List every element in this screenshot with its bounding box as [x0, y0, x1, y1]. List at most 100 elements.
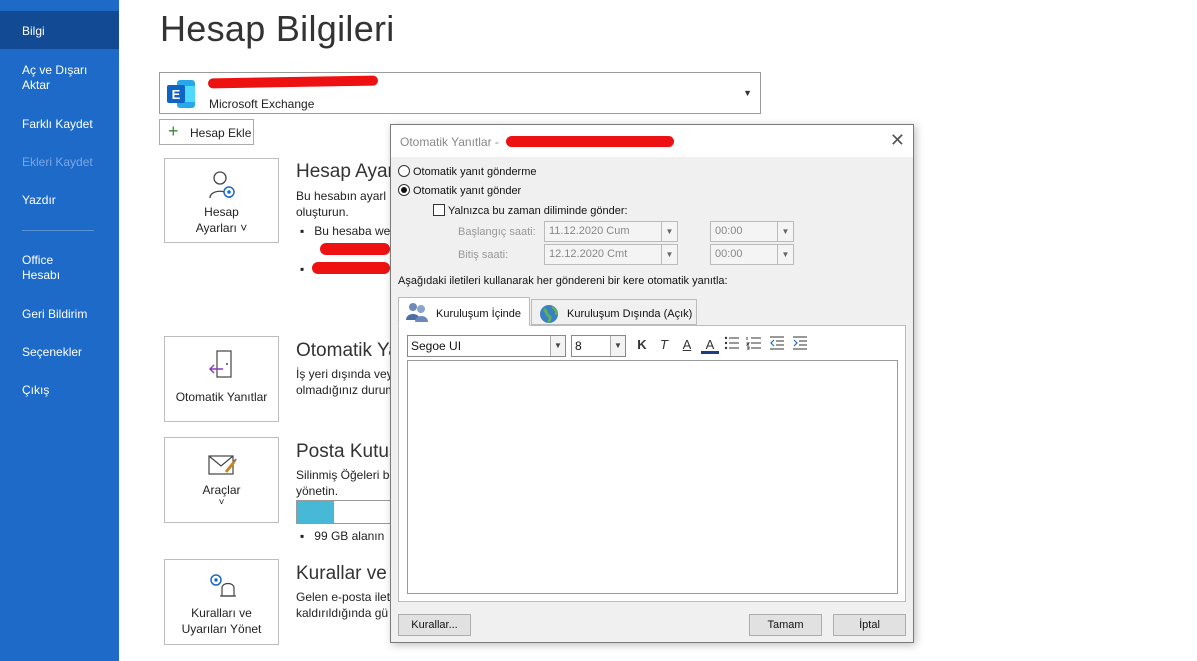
tile-label: Uyarıları Yönet	[181, 622, 262, 636]
tile-label: Ayarları ˅	[195, 221, 248, 235]
section-title: Hesap Ayar	[296, 161, 394, 182]
nav-item-label: Office Hesabı	[22, 253, 61, 282]
nav-item-label: Ekleri Kaydet	[22, 155, 93, 169]
plus-icon: +	[168, 121, 179, 141]
start-time-value: 00:00	[715, 225, 743, 237]
account-selector[interactable]: E Microsoft Exchange ▼	[159, 72, 761, 114]
chevron-down-icon: ▼	[661, 222, 677, 241]
add-account-label: Hesap Ekle	[190, 126, 252, 140]
rules-alerts-icon	[165, 570, 278, 603]
end-date-value: 12.12.2020 Cmt	[549, 248, 628, 260]
bullet-item: ▪ 99 GB alanın	[300, 529, 385, 543]
radio-dont-send[interactable]: Otomatik yanıt gönderme	[398, 165, 537, 178]
nav-item-label: Seçenekler	[22, 345, 83, 359]
end-time-label: Bitiş saati:	[458, 249, 509, 261]
tile-label: Hesap	[204, 205, 239, 219]
checkbox[interactable]	[433, 204, 445, 216]
checkbox-label: Yalnızca bu zaman diliminde gönder:	[448, 205, 628, 217]
bullet-item: ▪ Bu hesaba we	[300, 224, 391, 238]
chevron-down-icon: ▼	[777, 222, 793, 241]
rules-alerts-tile[interactable]: Kuralları ve Uyarıları Yönet	[164, 559, 279, 645]
reply-instructions: Aşağıdaki iletileri kullanarak her gönde…	[398, 275, 728, 287]
nav-item-options[interactable]: Seçenekler	[0, 345, 119, 360]
account-type-label: Microsoft Exchange	[209, 97, 315, 111]
decrease-indent-icon[interactable]	[768, 336, 786, 354]
underline-button[interactable]: A	[678, 336, 696, 354]
nav-item-label: Bilgi	[22, 24, 45, 38]
add-account-button[interactable]: + Hesap Ekle	[159, 119, 254, 145]
nav-item-label: Yazdır	[22, 193, 56, 207]
nav-item-save-attachments: Ekleri Kaydet	[0, 155, 119, 170]
chevron-down-icon: ▼	[550, 336, 565, 356]
section-title: Posta Kutus	[296, 441, 399, 462]
tab-inside-organization[interactable]: Kuruluşum İçinde	[398, 297, 530, 326]
time-range-checkbox[interactable]: Yalnızca bu zaman diliminde gönder:	[433, 204, 628, 217]
nav-item-label: Çıkış	[22, 383, 50, 397]
italic-button[interactable]: T	[655, 336, 673, 354]
mailbox-usage-fill	[297, 501, 335, 523]
radio-button[interactable]	[398, 165, 410, 177]
radio-send[interactable]: Otomatik yanıt gönder	[398, 184, 521, 197]
font-name-value: Segoe UI	[411, 339, 462, 353]
font-color-button[interactable]: A	[701, 336, 719, 354]
globe-icon	[540, 305, 558, 324]
section-text: Bu hesabın ayarl	[296, 189, 387, 203]
start-time-label: Başlangıç saati:	[458, 226, 536, 238]
font-size-value: 8	[575, 339, 582, 353]
cancel-button[interactable]: İptal	[833, 614, 906, 636]
tab-panel: Segoe UI ▼ 8 ▼ K T A A	[398, 325, 906, 602]
bullet-text: Bu hesaba we	[314, 224, 391, 238]
automatic-replies-tile[interactable]: Otomatik Yanıtlar	[164, 336, 279, 422]
section-text: yönetin.	[296, 484, 339, 498]
nav-divider	[22, 230, 94, 231]
bullet-list-icon[interactable]	[723, 336, 741, 354]
tile-label: Otomatik Yanıtlar	[175, 390, 268, 404]
chevron-down-icon: ▼	[610, 336, 625, 356]
tools-tile[interactable]: Araçlar ˅	[164, 437, 279, 523]
nav-item-office-account[interactable]: Office Hesabı	[0, 253, 90, 283]
end-time-picker: 00:00 ▼	[710, 244, 794, 265]
backstage-sidebar: Bilgi Aç ve Dışarı Aktar Farklı Kaydet E…	[0, 0, 119, 661]
tab-outside-organization[interactable]: Kuruluşum Dışında (Açık)	[531, 299, 697, 325]
section-text: oluşturun.	[296, 205, 349, 219]
bullet-item: ▪	[300, 262, 305, 276]
close-icon[interactable]: ✕	[890, 130, 905, 151]
chevron-down-icon[interactable]: ▼	[743, 88, 752, 98]
reply-message-editor[interactable]	[407, 360, 898, 594]
nav-item-print[interactable]: Yazdır	[0, 193, 119, 208]
radio-label: Otomatik yanıt gönderme	[413, 166, 537, 178]
section-text: Gelen e-posta ileti	[296, 590, 393, 604]
nav-item-save-as[interactable]: Farklı Kaydet	[0, 117, 119, 132]
redacted-account-name	[207, 75, 379, 89]
ok-button[interactable]: Tamam	[749, 614, 822, 636]
section-text: kaldırıldığında gü	[296, 606, 389, 620]
chevron-down-icon: ▼	[777, 245, 793, 264]
radio-label: Otomatik yanıt gönder	[413, 185, 522, 197]
section-text: olmadığınız durum	[296, 383, 396, 397]
nav-item-feedback[interactable]: Geri Bildirim	[0, 307, 119, 322]
tab-label: Kuruluşum Dışında (Açık)	[567, 308, 693, 320]
increase-indent-icon[interactable]	[791, 336, 809, 354]
bold-button[interactable]: K	[633, 336, 651, 354]
account-settings-tile[interactable]: Hesap Ayarları ˅	[164, 158, 279, 243]
redacted-account-name	[506, 136, 674, 147]
mailbox-usage-bar	[296, 500, 396, 524]
automatic-replies-dialog: Otomatik Yanıtlar - ✕ Otomatik yanıt gön…	[390, 124, 914, 643]
numbered-list-icon[interactable]	[745, 336, 763, 354]
nav-item-info[interactable]: Bilgi	[0, 11, 119, 49]
exchange-icon: E	[167, 80, 195, 108]
bullet-text: 99 GB alanın	[314, 529, 385, 543]
account-settings-icon	[165, 169, 278, 204]
end-date-picker: 12.12.2020 Cmt ▼	[544, 244, 678, 265]
nav-item-label: Aç ve Dışarı Aktar	[22, 63, 88, 92]
font-size-select[interactable]: 8 ▼	[571, 335, 626, 357]
radio-button-checked[interactable]	[398, 184, 410, 196]
nav-item-open-export[interactable]: Aç ve Dışarı Aktar	[0, 63, 100, 93]
rules-button[interactable]: Kurallar...	[398, 614, 471, 636]
font-name-select[interactable]: Segoe UI ▼	[407, 335, 566, 357]
nav-item-exit[interactable]: Çıkış	[0, 383, 119, 398]
section-text: Silinmiş Öğeleri bo	[296, 468, 397, 482]
dialog-titlebar[interactable]: Otomatik Yanıtlar - ✕	[391, 125, 913, 157]
svg-text:E: E	[172, 87, 181, 102]
end-time-value: 00:00	[715, 248, 743, 260]
